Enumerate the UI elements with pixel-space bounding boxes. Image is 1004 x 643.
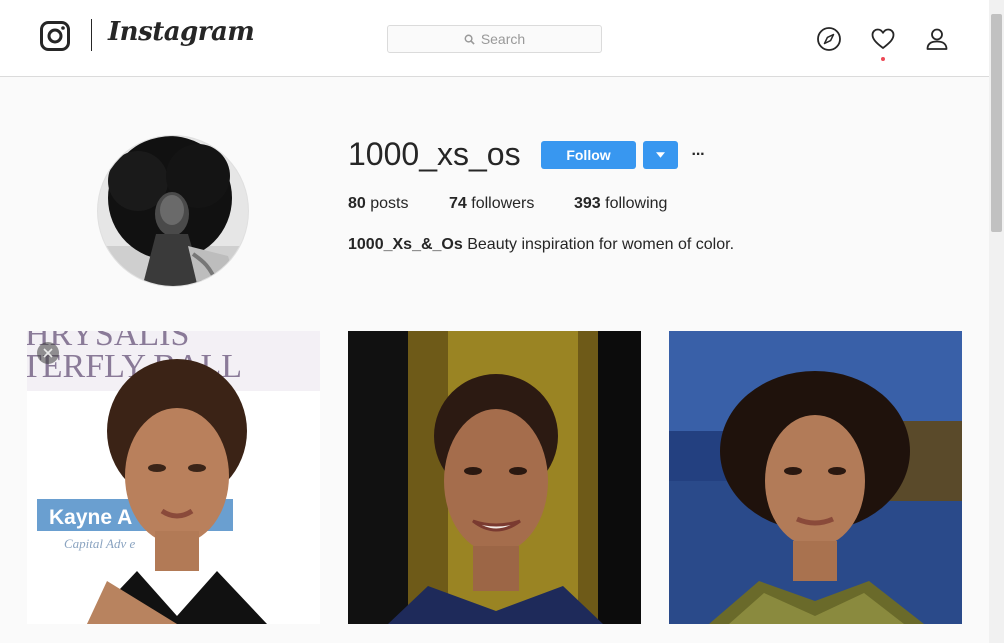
close-icon[interactable] <box>37 342 59 364</box>
profile-bio-text: Beauty inspiration for women of color. <box>467 236 735 253</box>
profile-icon[interactable] <box>924 26 950 52</box>
post-thumbnail-1[interactable]: HRYSALIS TERFLY BALL Kayne A Capital Adv… <box>27 331 320 624</box>
profile-full-name: 1000_Xs_&_Os <box>348 236 463 253</box>
logo-divider <box>91 19 92 51</box>
top-navigation-bar: Instagram Search <box>0 0 989 77</box>
post-thumbnail-2[interactable] <box>348 331 641 624</box>
followers-label: followers <box>471 195 535 212</box>
suggestions-dropdown-button[interactable] <box>643 141 678 169</box>
sign-line-4: Capital Adv e <box>64 536 135 551</box>
explore-compass-icon[interactable] <box>816 26 842 52</box>
page-scrollbar[interactable] <box>989 0 1004 643</box>
following-count: 393 <box>574 195 601 212</box>
instagram-glyph-icon[interactable] <box>40 21 70 51</box>
notification-dot <box>881 57 885 61</box>
profile-avatar[interactable] <box>97 135 249 287</box>
instagram-wordmark[interactable]: Instagram <box>108 17 255 47</box>
heart-icon[interactable] <box>870 26 896 52</box>
profile-username: 1000_xs_os <box>348 136 521 172</box>
caret-down-icon <box>656 152 665 158</box>
post-thumbnail-3[interactable] <box>669 331 962 624</box>
posts-stat: 80 posts <box>348 195 409 213</box>
follow-button[interactable]: Follow <box>541 141 636 169</box>
posts-count: 80 <box>348 195 366 212</box>
more-options-button[interactable]: ··· <box>690 145 706 165</box>
scrollbar-thumb[interactable] <box>991 14 1002 232</box>
posts-label: posts <box>370 195 409 212</box>
profile-bio: 1000_Xs_&_Os Beauty inspiration for wome… <box>348 236 734 254</box>
search-input[interactable]: Search <box>387 25 602 53</box>
search-placeholder: Search <box>480 31 526 47</box>
followers-count: 74 <box>449 195 467 212</box>
following-label: following <box>605 195 668 212</box>
followers-stat[interactable]: 74 followers <box>449 195 534 213</box>
search-icon <box>464 34 475 45</box>
sign-line-3: Kayne A <box>49 506 132 529</box>
following-stat[interactable]: 393 following <box>574 195 667 213</box>
